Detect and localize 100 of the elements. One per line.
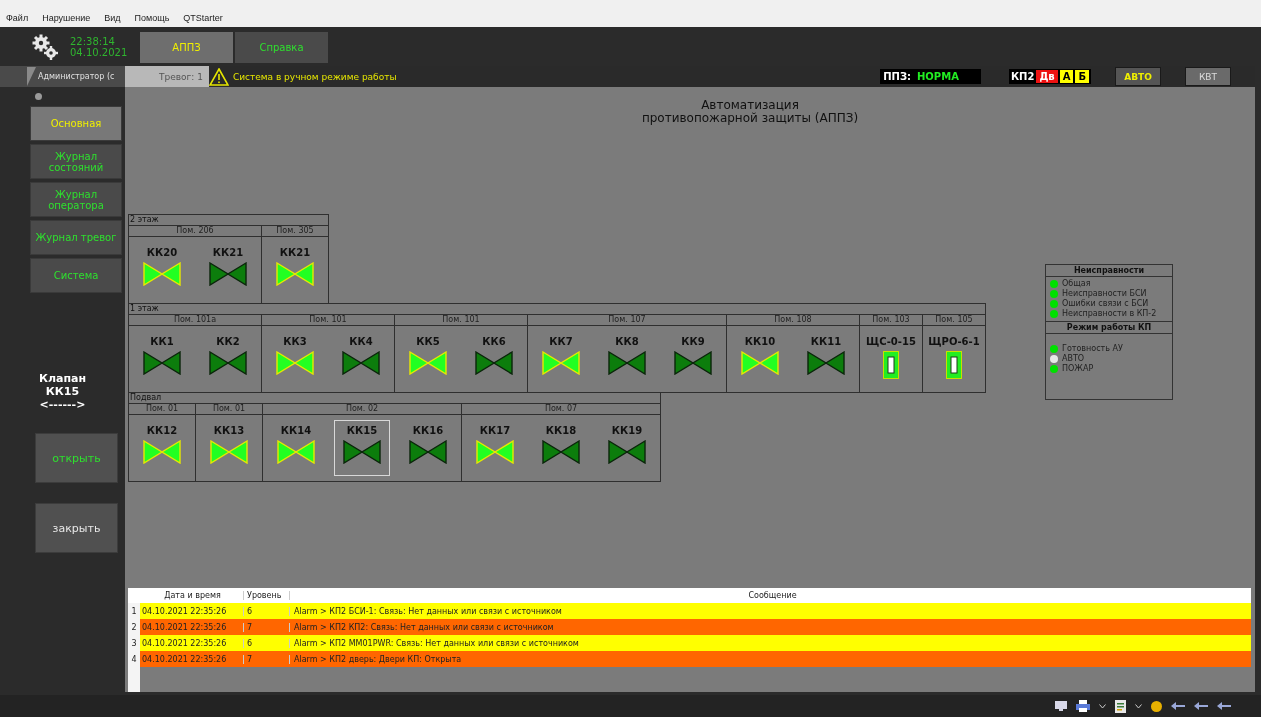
arrow-icon[interactable] xyxy=(1217,702,1231,710)
device-tile[interactable]: КК16 xyxy=(395,415,461,481)
device-tile[interactable]: КК21 xyxy=(262,237,328,303)
device-tile[interactable]: КК14 xyxy=(263,415,329,481)
device-tile[interactable]: КК2 xyxy=(195,326,261,392)
valve-icon[interactable] xyxy=(276,262,314,286)
row-number: 1 xyxy=(128,603,140,619)
room-label: Пом. 01 xyxy=(196,403,262,415)
device-tile[interactable]: КК12 xyxy=(129,415,195,481)
device-label: КК20 xyxy=(146,247,178,259)
device-tile[interactable]: КК4 xyxy=(328,326,394,392)
monitor-icon[interactable] xyxy=(1055,701,1067,711)
caret-icon[interactable] xyxy=(1099,703,1106,709)
valve-icon[interactable] xyxy=(342,351,380,375)
table-cell: 7 xyxy=(244,654,290,664)
room-label: Пом. 108 xyxy=(727,314,859,326)
valve-info-text: <------> xyxy=(39,398,86,411)
device-tile[interactable]: КК19 xyxy=(594,415,660,481)
tab[interactable]: АППЗ xyxy=(140,32,233,63)
tab[interactable]: Справка xyxy=(235,32,328,63)
valve-icon[interactable] xyxy=(476,440,514,464)
menu-item[interactable]: QTStarter xyxy=(183,12,223,23)
device-tile[interactable]: ЩРО-6-1 xyxy=(923,326,985,392)
device-tile[interactable]: КК15 xyxy=(329,415,395,481)
device-tile[interactable]: КК20 xyxy=(129,237,195,303)
room-label: Пом. 101 xyxy=(262,314,394,326)
scheme-title: противопожарной защиты (АППЗ) xyxy=(641,112,859,125)
device-label: КК18 xyxy=(545,425,577,437)
cabinet-icon[interactable] xyxy=(946,351,962,379)
device-tile[interactable]: КК13 xyxy=(196,415,262,481)
nav-button[interactable]: Журнал оператора xyxy=(30,182,122,217)
ball-icon[interactable] xyxy=(1151,700,1162,712)
valve-icon[interactable] xyxy=(209,351,247,375)
device-tile[interactable]: КК5 xyxy=(395,326,461,392)
table-cell-text: Alarm > КП2 БСИ-1: Связь: Нет данных или связи с источником xyxy=(293,606,563,616)
menu-item[interactable]: Вид xyxy=(104,12,121,23)
device-label: КК17 xyxy=(479,425,511,437)
log-row[interactable]: 2 04.10.2021 22:35:26 7 Alarm > КП2 КП2: Связь: Нет данных или связи с источником xyxy=(128,619,1251,635)
device-tile[interactable]: КК6 xyxy=(461,326,527,392)
valve-icon[interactable] xyxy=(475,351,513,375)
device-tile[interactable]: КК11 xyxy=(793,326,859,392)
device-tile[interactable]: КК18 xyxy=(528,415,594,481)
valve-icon[interactable] xyxy=(674,351,712,375)
valve-icon[interactable] xyxy=(542,440,580,464)
column-header: Сообщение xyxy=(747,591,798,600)
room-label: Пом. 305 xyxy=(262,225,328,237)
device-label: КК8 xyxy=(615,336,639,348)
nav-button[interactable]: Журнал состояний xyxy=(30,144,122,179)
row-number: 4 xyxy=(128,651,140,667)
arrow-icon[interactable] xyxy=(1171,702,1185,710)
menu-item[interactable]: Помощь xyxy=(134,12,170,23)
device-tile[interactable]: КК21 xyxy=(195,237,261,303)
valve-icon[interactable] xyxy=(343,440,381,464)
valve-icon[interactable] xyxy=(608,351,646,375)
caret-icon[interactable] xyxy=(1135,703,1142,709)
device-tile[interactable]: КК17 xyxy=(462,415,528,481)
device-tile[interactable]: КК8 xyxy=(594,326,660,392)
valve-icon[interactable] xyxy=(143,440,181,464)
valve-icon[interactable] xyxy=(608,440,646,464)
device-tile[interactable]: ЩС-0-15 xyxy=(860,326,922,392)
valve-icon[interactable] xyxy=(276,351,314,375)
device-tile[interactable]: КК3 xyxy=(262,326,328,392)
device-tile[interactable]: КК9 xyxy=(660,326,726,392)
valve-icon[interactable] xyxy=(210,440,248,464)
valve-icon[interactable] xyxy=(741,351,779,375)
valve-icon[interactable] xyxy=(143,262,181,286)
floor-label: Подвал xyxy=(129,393,163,403)
nav-button[interactable]: Система xyxy=(30,258,122,293)
open-button[interactable]: открыть xyxy=(35,433,118,483)
printer-icon[interactable] xyxy=(1076,700,1090,712)
menu-item[interactable]: Файл xyxy=(6,12,29,23)
valve-icon[interactable] xyxy=(277,440,315,464)
device-label: КК21 xyxy=(279,247,311,259)
cabinet-icon[interactable] xyxy=(883,351,899,379)
device-tile[interactable]: КК1 xyxy=(129,326,195,392)
mode-button[interactable]: АВТО xyxy=(1115,67,1161,86)
device-label: КК15 xyxy=(346,425,378,437)
valve-icon[interactable] xyxy=(209,262,247,286)
arrow-icon[interactable] xyxy=(1194,702,1208,710)
device-label: КК16 xyxy=(412,425,444,437)
nav-button[interactable]: Журнал тревог xyxy=(30,220,122,255)
valve-icon[interactable] xyxy=(143,351,181,375)
valve-info-text: Клапан xyxy=(38,372,87,385)
valve-icon[interactable] xyxy=(409,440,447,464)
device-tile[interactable]: КК10 xyxy=(727,326,793,392)
log-row[interactable]: 4 04.10.2021 22:35:26 7 Alarm > КП2 дверь: Двери КП: Открыта xyxy=(128,651,1251,667)
close-button[interactable]: закрыть xyxy=(35,503,118,553)
valve-icon[interactable] xyxy=(409,351,447,375)
log-row[interactable]: 1 04.10.2021 22:35:26 6 Alarm > КП2 БСИ-1: Связь: Нет данных или связи с источником xyxy=(128,603,1251,619)
device-tile[interactable]: КК7 xyxy=(528,326,594,392)
log-row[interactable]: 3 04.10.2021 22:35:26 6 Alarm > КП2 MM01PWR: Связь: Нет данных или связи с источником xyxy=(128,635,1251,651)
menu-item[interactable]: Нарушение xyxy=(42,12,91,23)
document-icon[interactable] xyxy=(1115,699,1126,713)
nav-button[interactable]: Основная xyxy=(30,106,122,141)
valve-icon[interactable] xyxy=(807,351,845,375)
valve-icon[interactable] xyxy=(542,351,580,375)
device-label: КК14 xyxy=(280,425,312,437)
status-indicator: А xyxy=(1059,70,1074,83)
user-name: Администратор (с xyxy=(38,72,115,81)
device-label: КК7 xyxy=(549,336,573,348)
